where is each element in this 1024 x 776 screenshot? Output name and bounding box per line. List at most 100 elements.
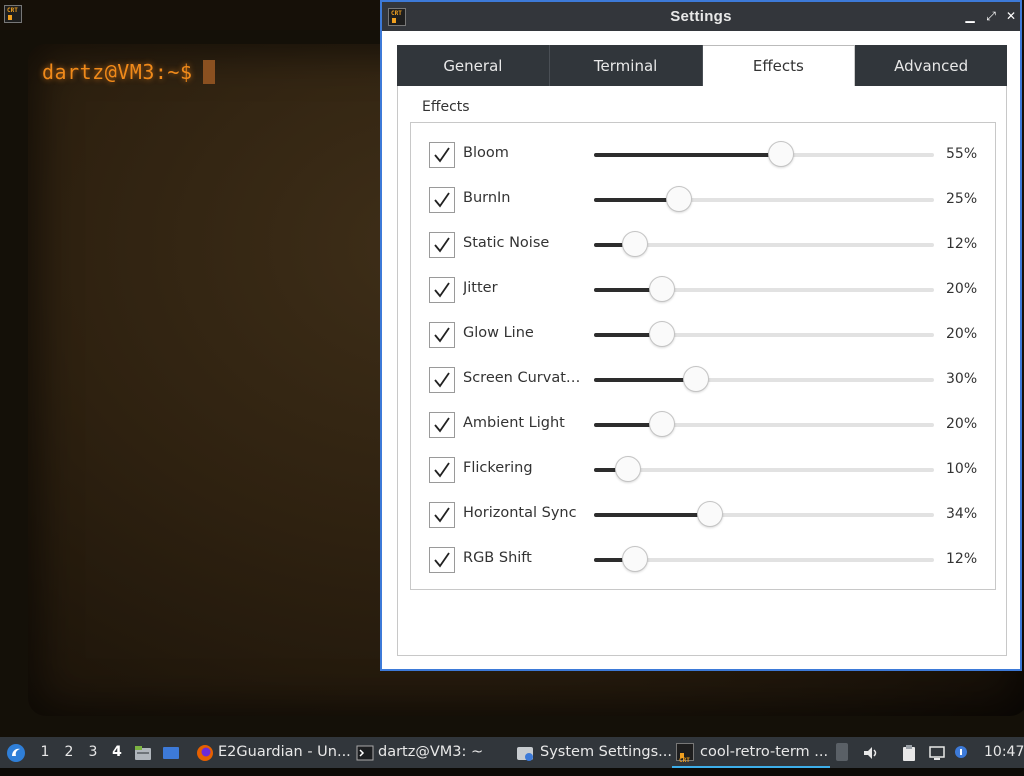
tab-advanced[interactable]: Advanced <box>855 45 1007 86</box>
effect-row: Glow Line 20% <box>429 320 989 350</box>
effect-slider[interactable] <box>594 141 934 167</box>
task-label: E2Guardian - Un... <box>218 744 351 760</box>
minimize-button[interactable]: ▁ <box>962 8 978 24</box>
taskbar: 1 2 3 4 E2Guardian - Un... dartz@VM3: ~ <box>0 737 1024 768</box>
effect-label: Glow Line <box>463 325 534 341</box>
effect-slider[interactable] <box>594 456 934 482</box>
slider-fill <box>594 378 696 382</box>
taskbar-scroll[interactable] <box>836 737 850 768</box>
checkmark-icon <box>434 552 450 568</box>
notifications-button[interactable] <box>952 737 972 768</box>
effect-checkbox[interactable] <box>429 457 455 483</box>
effect-checkbox[interactable] <box>429 277 455 303</box>
effect-row: BurnIn 25% <box>429 185 989 215</box>
prompt-text: dartz@VM3:~$ <box>42 60 193 84</box>
clock[interactable]: 10:47 <box>984 737 1024 768</box>
clipboard-icon <box>903 745 915 761</box>
slider-handle[interactable] <box>683 366 709 392</box>
effect-label: Bloom <box>463 145 509 161</box>
effect-row: Screen Curvat… 30% <box>429 365 989 395</box>
effect-checkbox[interactable] <box>429 367 455 393</box>
slider-handle[interactable] <box>649 411 675 437</box>
slider-handle[interactable] <box>666 186 692 212</box>
slider-handle[interactable] <box>697 501 723 527</box>
effect-value: 20% <box>946 326 978 342</box>
task-label: dartz@VM3: ~ <box>378 744 484 760</box>
slider-handle[interactable] <box>768 141 794 167</box>
checkmark-icon <box>434 507 450 523</box>
effect-row: Bloom 55% <box>429 140 989 170</box>
effect-slider[interactable] <box>594 366 934 392</box>
checkmark-icon <box>434 462 450 478</box>
effect-checkbox[interactable] <box>429 502 455 528</box>
tab-terminal[interactable]: Terminal <box>549 45 703 86</box>
effect-checkbox[interactable] <box>429 322 455 348</box>
workspace-2[interactable]: 2 <box>58 737 80 768</box>
workspace-3[interactable]: 3 <box>82 737 104 768</box>
settings-icon <box>517 747 533 761</box>
terminal-icon <box>356 745 374 761</box>
slider-fill <box>594 513 710 517</box>
effect-row: RGB Shift 12% <box>429 545 989 575</box>
task-e2guardian[interactable]: E2Guardian - Un... <box>194 737 351 768</box>
settings-titlebar[interactable]: CRT Settings ▁ ⤢ ✕ <box>382 2 1020 31</box>
slider-handle[interactable] <box>622 231 648 257</box>
effect-label: Horizontal Sync <box>463 505 577 521</box>
effect-checkbox[interactable] <box>429 187 455 213</box>
tab-effects[interactable]: Effects <box>702 45 856 86</box>
network-button[interactable] <box>928 737 948 768</box>
workspace-1[interactable]: 1 <box>34 737 56 768</box>
tab-general[interactable]: General <box>397 45 550 86</box>
effect-row: Flickering 10% <box>429 455 989 485</box>
effect-checkbox[interactable] <box>429 547 455 573</box>
effect-label: Flickering <box>463 460 533 476</box>
workspace-4[interactable]: 4 <box>106 737 128 768</box>
effect-value: 25% <box>946 191 978 207</box>
scroll-arrows-icon <box>836 743 848 761</box>
effect-slider[interactable] <box>594 411 934 437</box>
info-icon <box>955 746 967 758</box>
maximize-button[interactable]: ⤢ <box>983 8 999 24</box>
effect-slider[interactable] <box>594 546 934 572</box>
window-title: Settings <box>670 8 732 25</box>
slider-handle[interactable] <box>649 276 675 302</box>
checkmark-icon <box>434 372 450 388</box>
effect-row: Static Noise 12% <box>429 230 989 260</box>
effect-label: Ambient Light <box>463 415 565 431</box>
effect-row: Horizontal Sync 34% <box>429 500 989 530</box>
effect-checkbox[interactable] <box>429 232 455 258</box>
checkmark-icon <box>434 237 450 253</box>
effect-slider[interactable] <box>594 276 934 302</box>
close-button[interactable]: ✕ <box>1003 8 1019 24</box>
task-cool-retro-term[interactable]: CRT cool-retro-term ... <box>672 737 830 768</box>
checkmark-icon <box>434 192 450 208</box>
volume-button[interactable] <box>862 737 882 768</box>
crt-icon: CRT <box>676 743 694 764</box>
slider-handle[interactable] <box>649 321 675 347</box>
effect-slider[interactable] <box>594 321 934 347</box>
slider-handle[interactable] <box>615 456 641 482</box>
effect-checkbox[interactable] <box>429 412 455 438</box>
effect-value: 10% <box>946 461 978 477</box>
settings-tabs: General Terminal Effects Advanced <box>397 45 1007 86</box>
effect-checkbox[interactable] <box>429 142 455 168</box>
task-terminal[interactable]: dartz@VM3: ~ <box>354 737 504 768</box>
effect-label: BurnIn <box>463 190 511 206</box>
effect-slider[interactable] <box>594 231 934 257</box>
clipboard-button[interactable] <box>900 737 920 768</box>
file-manager-launcher[interactable] <box>134 737 154 768</box>
checkmark-icon <box>434 282 450 298</box>
effect-label: RGB Shift <box>463 550 532 566</box>
network-icon <box>929 746 945 760</box>
effect-value: 12% <box>946 551 978 567</box>
terminal-cursor <box>202 60 215 84</box>
slider-handle[interactable] <box>622 546 648 572</box>
desktop-launcher[interactable] <box>162 737 182 768</box>
start-menu-icon <box>7 744 25 762</box>
crt-app-icon: CRT <box>4 5 22 23</box>
effect-slider[interactable] <box>594 501 934 527</box>
file-manager-icon <box>135 746 151 760</box>
effect-slider[interactable] <box>594 186 934 212</box>
task-system-settings[interactable]: System Settings... <box>514 737 672 768</box>
terminal-prompt[interactable]: dartz@VM3:~$ <box>42 60 215 84</box>
